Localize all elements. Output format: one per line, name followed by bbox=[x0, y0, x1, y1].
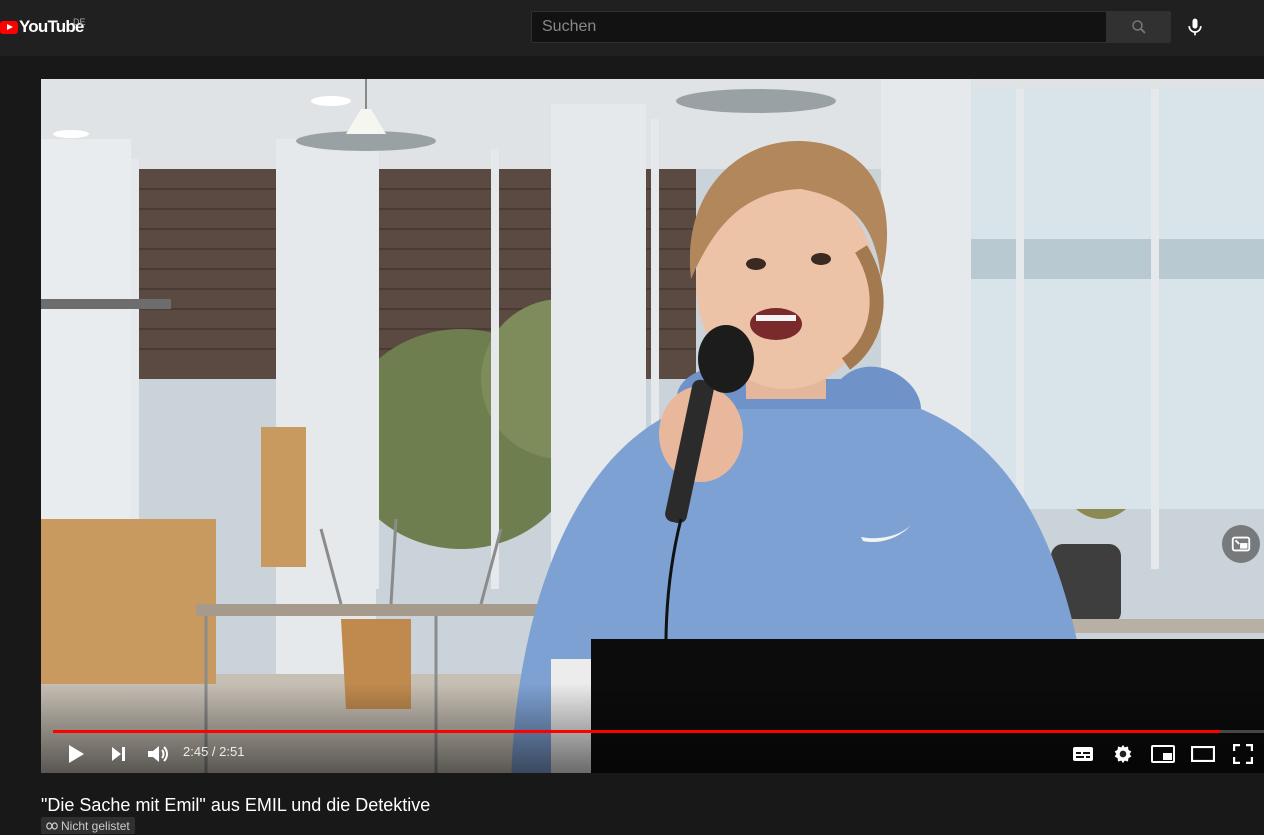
voice-search-button[interactable] bbox=[1180, 12, 1210, 42]
youtube-play-icon bbox=[0, 20, 18, 34]
video-player[interactable]: 2:45 / 2:51 bbox=[41, 79, 1264, 773]
search-icon bbox=[1131, 20, 1146, 34]
link-icon bbox=[46, 821, 58, 830]
fullscreen-overlay-icon bbox=[1231, 536, 1251, 552]
microphone-icon bbox=[1188, 18, 1202, 36]
volume-icon bbox=[148, 746, 168, 762]
visibility-label: Nicht gelistet bbox=[61, 818, 130, 833]
time-current: 2:45 bbox=[183, 744, 209, 759]
next-icon bbox=[112, 747, 125, 761]
search-input[interactable] bbox=[532, 12, 1106, 42]
fullscreen-button[interactable] bbox=[1227, 738, 1259, 770]
fullscreen-overlay-button[interactable] bbox=[1222, 525, 1260, 563]
play-button[interactable] bbox=[61, 738, 91, 770]
settings-icon bbox=[1114, 744, 1132, 764]
progress-bar[interactable] bbox=[53, 730, 1264, 733]
settings-button[interactable] bbox=[1107, 738, 1139, 770]
time-separator: / bbox=[208, 744, 220, 759]
search-box bbox=[531, 11, 1107, 43]
time-display: 2:45 / 2:51 bbox=[183, 744, 244, 759]
volume-button[interactable] bbox=[143, 738, 173, 770]
youtube-logo[interactable]: YouTube DE bbox=[0, 16, 86, 38]
theater-mode-button[interactable] bbox=[1187, 738, 1219, 770]
video-title: "Die Sache mit Emil" aus EMIL und die De… bbox=[41, 795, 431, 815]
video-frame bbox=[41, 79, 1264, 773]
theater-icon bbox=[1191, 746, 1215, 762]
fullscreen-icon bbox=[1233, 744, 1253, 764]
play-icon bbox=[69, 745, 84, 763]
next-button[interactable] bbox=[103, 738, 133, 770]
subtitles-button[interactable] bbox=[1067, 738, 1099, 770]
miniplayer-button[interactable] bbox=[1147, 738, 1179, 770]
country-code: DE bbox=[73, 17, 86, 27]
visibility-badge: Nicht gelistet bbox=[41, 817, 135, 834]
subtitles-icon bbox=[1073, 747, 1093, 761]
top-bar: YouTube DE bbox=[0, 0, 1264, 56]
time-total: 2:51 bbox=[219, 744, 245, 759]
miniplayer-icon bbox=[1151, 745, 1175, 763]
search-button[interactable] bbox=[1107, 11, 1171, 43]
progress-played bbox=[53, 730, 1221, 733]
